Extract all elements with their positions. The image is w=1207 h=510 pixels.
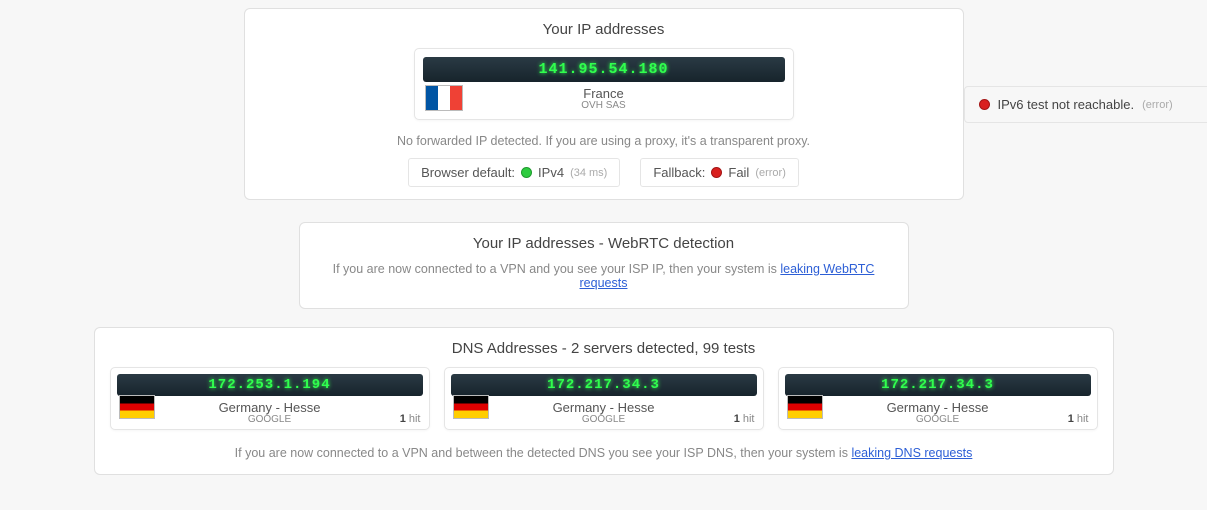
status-fail-icon <box>979 99 990 110</box>
webrtc-note: If you are now connected to a VPN and yo… <box>312 262 896 290</box>
dns-hits: 1 hit <box>1068 413 1089 425</box>
ip-card: 141.95.54.180 France OVH SAS <box>414 48 794 120</box>
status-ok-icon <box>521 167 532 178</box>
ipv6-status-box: IPv6 test not reachable. (error) <box>964 86 1207 123</box>
france-flag-icon <box>425 85 463 111</box>
browser-default-box: Browser default: IPv4 (34 ms) <box>408 158 620 187</box>
dns-title: DNS Addresses - 2 servers detected, 99 t… <box>107 340 1101 357</box>
dns-hits: 1 hit <box>400 413 421 425</box>
webrtc-panel: Your IP addresses - WebRTC detection If … <box>299 222 909 309</box>
browser-default-proto: IPv4 <box>538 165 564 180</box>
fallback-suffix: (error) <box>755 167 786 179</box>
ip-row: 141.95.54.180 France OVH SAS <box>257 48 951 120</box>
forwarded-ip-note: No forwarded IP detected. If you are usi… <box>257 134 951 148</box>
ip-country: France <box>423 86 785 101</box>
status-fail-icon <box>711 167 722 178</box>
ipv6-status-text: IPv6 test not reachable. <box>998 97 1135 112</box>
fallback-status: Fail <box>728 165 749 180</box>
fallback-box: Fallback: Fail (error) <box>640 158 799 187</box>
dns-hits: 1 hit <box>734 413 755 425</box>
dns-location: Germany - Hesse <box>785 400 1091 415</box>
dns-ip: 172.217.34.3 <box>785 374 1091 396</box>
dns-provider: GOOGLE <box>451 414 757 425</box>
dns-card: 172.217.34.3 Germany - Hesse GOOGLE 1 hi… <box>778 367 1098 430</box>
webrtc-title: Your IP addresses - WebRTC detection <box>312 235 896 252</box>
dns-ip: 172.217.34.3 <box>451 374 757 396</box>
ipv6-status-suffix: (error) <box>1142 99 1173 111</box>
ip-isp: OVH SAS <box>423 100 785 111</box>
webrtc-note-prefix: If you are now connected to a VPN and yo… <box>333 262 781 276</box>
dns-note-prefix: If you are now connected to a VPN and be… <box>235 446 852 460</box>
dns-card: 172.217.34.3 Germany - Hesse GOOGLE 1 hi… <box>444 367 764 430</box>
dns-panel: DNS Addresses - 2 servers detected, 99 t… <box>94 327 1114 475</box>
dns-note: If you are now connected to a VPN and be… <box>107 446 1101 460</box>
browser-default-latency: (34 ms) <box>570 167 607 179</box>
dns-leak-link[interactable]: leaking DNS requests <box>851 446 972 460</box>
status-row: Browser default: IPv4 (34 ms) Fallback: … <box>257 158 951 187</box>
dns-cards: 172.253.1.194 Germany - Hesse GOOGLE 1 h… <box>107 367 1101 430</box>
germany-flag-icon <box>787 395 823 419</box>
ip-addresses-panel: Your IP addresses 141.95.54.180 France O… <box>244 8 964 200</box>
browser-default-label: Browser default: <box>421 165 515 180</box>
ip-address: 141.95.54.180 <box>423 57 785 82</box>
germany-flag-icon <box>119 395 155 419</box>
dns-ip: 172.253.1.194 <box>117 374 423 396</box>
ip-panel-title: Your IP addresses <box>257 21 951 38</box>
dns-provider: GOOGLE <box>785 414 1091 425</box>
fallback-label: Fallback: <box>653 165 705 180</box>
germany-flag-icon <box>453 395 489 419</box>
dns-location: Germany - Hesse <box>451 400 757 415</box>
dns-card: 172.253.1.194 Germany - Hesse GOOGLE 1 h… <box>110 367 430 430</box>
dns-provider: GOOGLE <box>117 414 423 425</box>
dns-location: Germany - Hesse <box>117 400 423 415</box>
